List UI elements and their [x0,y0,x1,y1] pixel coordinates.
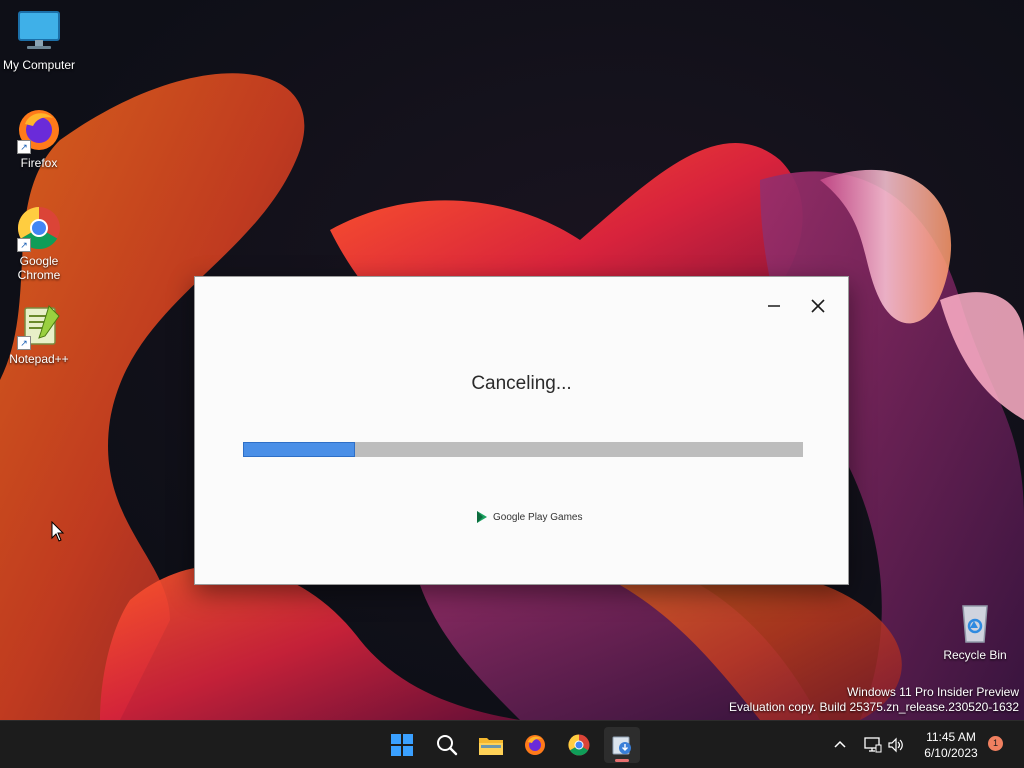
active-app-indicator [615,759,629,762]
chrome-icon: ↗ [15,204,63,252]
minimize-icon [768,305,780,307]
search-button[interactable] [429,727,465,763]
show-hidden-icons-button[interactable] [826,727,854,763]
desktop-icon-chrome[interactable]: ↗ Google Chrome [1,204,77,282]
notification-badge[interactable]: 1 [988,736,1003,751]
clock-time: 11:45 AM [926,730,976,744]
desktop-icon-my-computer[interactable]: My Computer [1,8,77,72]
folder-icon [479,738,503,755]
taskbar-installer[interactable] [604,727,640,763]
search-icon [437,735,458,756]
taskbar-file-explorer[interactable] [473,727,509,763]
desktop-icon-label: Firefox [20,156,58,170]
firefox-icon: ↗ [15,106,63,154]
watermark-line-1: Windows 11 Pro Insider Preview [847,685,1019,699]
taskbar-chrome[interactable] [561,727,597,763]
close-button[interactable] [801,289,835,323]
notepadpp-icon: ↗ [15,302,63,350]
close-icon [811,299,825,313]
clock-date: 6/10/2023 [924,746,978,760]
start-button[interactable] [384,727,420,763]
volume-icon [888,737,903,753]
shortcut-arrow-icon: ↗ [17,140,31,154]
status-text: Canceling... [471,373,572,394]
clock[interactable]: 11:45 AM 6/10/2023 [912,729,990,761]
desktop-icon-label: Notepad++ [9,352,69,366]
desktop-icon-firefox[interactable]: ↗ Firefox [1,106,77,170]
chevron-up-icon [834,740,846,748]
recycle-bin-icon [951,598,999,646]
network-icon [864,737,882,753]
google-play-games-brand: Google Play Games [475,510,583,524]
google-play-games-logo-icon [477,511,487,523]
progress-fill [243,442,355,457]
installer-icon [612,736,631,755]
firefox-icon [525,735,545,755]
taskbar-firefox[interactable] [517,727,553,763]
monitor-icon [15,8,63,56]
shortcut-arrow-icon: ↗ [17,238,31,252]
watermark-line-2: Evaluation copy. Build 25375.zn_release.… [729,700,1019,714]
windows-logo-icon [391,734,413,756]
brand-text: Google Play Games [493,511,583,523]
installer-dialog: Canceling... Google Play Games [194,276,849,585]
minimize-button[interactable] [757,289,791,323]
chrome-icon [568,734,590,756]
windows-watermark: Windows 11 Pro Insider Preview Evaluatio… [729,685,1019,715]
desktop-icon-label: Recycle Bin [943,648,1007,662]
desktop-icon-notepadpp[interactable]: ↗ Notepad++ [1,302,77,366]
mouse-cursor-icon [51,520,65,548]
desktop-icon-label: My Computer [2,58,76,72]
progress-bar [243,442,803,457]
volume-button[interactable] [884,727,908,763]
desktop-icon-recycle-bin[interactable]: Recycle Bin [937,598,1013,662]
desktop-icon-label: Google Chrome [17,254,61,282]
network-button[interactable] [860,727,886,763]
taskbar: 11:45 AM 6/10/2023 [0,720,1024,768]
shortcut-arrow-icon: ↗ [17,336,31,350]
